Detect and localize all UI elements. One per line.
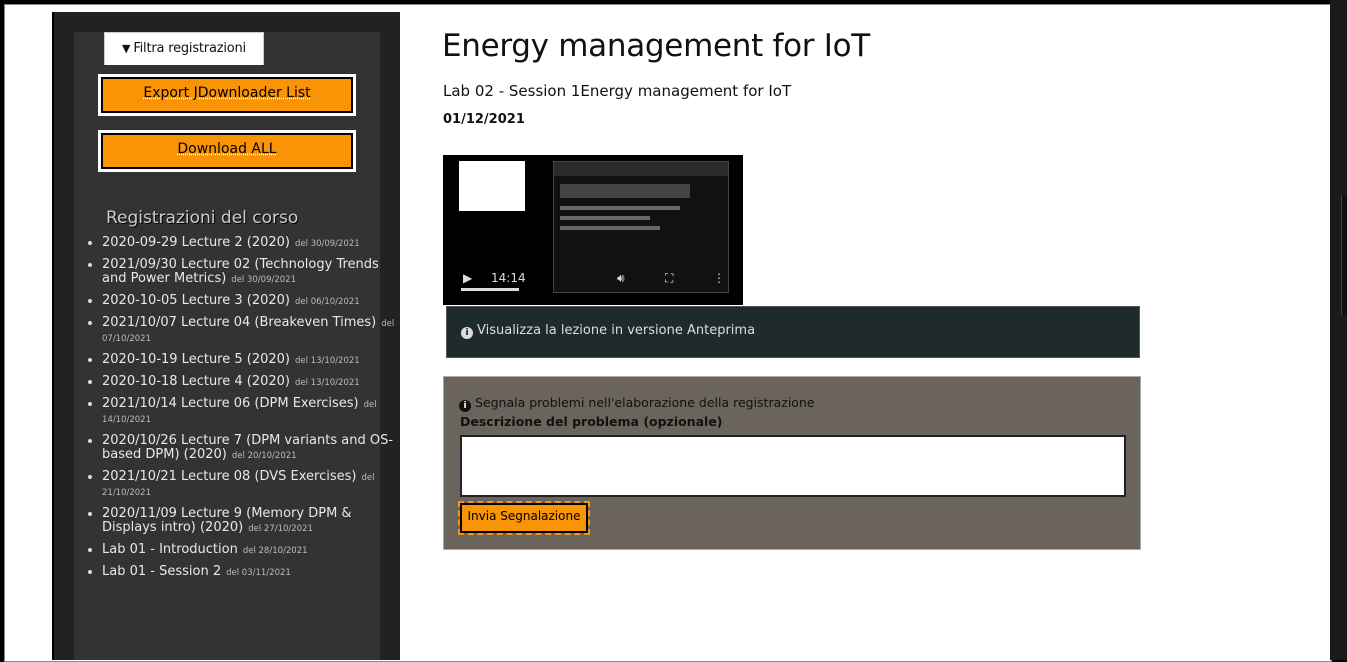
filter-icon: ▼ (122, 42, 131, 55)
slide-titlebar (554, 162, 728, 176)
download-all-label: Download ALL (177, 141, 277, 157)
recording-item: 2021/10/21 Lecture 08 (DVS Exercises)del… (102, 470, 398, 500)
recordings-list: 2020-09-29 Lecture 2 (2020) del 30/09/202… (84, 236, 398, 587)
recording-item: 2020/11/09 Lecture 9 (Memory DPM & Displ… (102, 507, 398, 536)
recording-link[interactable]: 2020-10-18 Lecture 4 (2020) (102, 374, 290, 389)
filter-recordings-tab[interactable]: ▼ Filtra registrazioni (104, 32, 264, 65)
report-label-text: Segnala problemi nell'elaborazione della… (475, 395, 815, 410)
recording-item: 2020-10-18 Lecture 4 (2020) del 13/10/202… (102, 375, 398, 390)
fullscreen-icon[interactable]: ⛶ (665, 271, 673, 286)
recording-item: 2021/10/14 Lecture 06 (DPM Exercises)del… (102, 397, 398, 427)
recording-date: del 27/10/2021 (248, 524, 313, 534)
recording-link[interactable]: 2020/11/09 Lecture 9 (Memory DPM & Displ… (102, 506, 352, 535)
info-icon: i (459, 400, 471, 412)
slide-text-line (560, 216, 650, 220)
recordings-heading: Registrazioni del corso (106, 208, 299, 228)
slide-text-line (560, 206, 680, 210)
preview-version-link[interactable]: i Visualizza la lezione in versione Antep… (461, 323, 755, 339)
play-icon[interactable]: ▶ (463, 271, 472, 285)
recording-link[interactable]: 2020-09-29 Lecture 2 (2020) (102, 235, 290, 250)
scrollbar-thumb[interactable] (1341, 195, 1347, 315)
recording-date: del 30/09/2021 (295, 239, 360, 249)
slide-text-line (560, 226, 660, 230)
preview-link-label: Visualizza la lezione in versione Antepr… (477, 323, 756, 338)
recording-item: Lab 01 - Introduction del 28/10/2021 (102, 543, 398, 558)
page-title: Energy management for IoT (442, 28, 870, 64)
recording-link[interactable]: 2021/10/21 Lecture 08 (DVS Exercises) (102, 469, 357, 484)
recording-link[interactable]: 2020-10-19 Lecture 5 (2020) (102, 352, 290, 367)
recording-date: del 13/10/2021 (295, 356, 360, 366)
download-all-button[interactable]: Download ALL (98, 130, 356, 172)
recording-link[interactable]: 2020-10-05 Lecture 3 (2020) (102, 293, 290, 308)
export-jdownloader-button[interactable]: Export JDownloader List (98, 74, 356, 116)
recording-date: del 20/10/2021 (231, 451, 297, 461)
lecture-date: 01/12/2021 (443, 112, 525, 127)
recording-link[interactable]: 2021/10/07 Lecture 04 (Breakeven Times) (102, 315, 376, 330)
recording-date: del 06/10/2021 (295, 297, 360, 307)
recording-item: Lab 01 - Session 2 del 03/11/2021 (102, 565, 398, 580)
recording-date: del 03/11/2021 (226, 568, 291, 578)
report-problem-panel: i Segnala problemi nell'elaborazione dell… (443, 376, 1141, 550)
problem-description-field[interactable] (460, 435, 1126, 497)
volume-icon[interactable]: 🔊︎ (617, 271, 625, 286)
video-player[interactable]: ▶ 14:14 🔊︎ ⛶ ⋮ (443, 155, 743, 305)
video-time: 14:14 (491, 271, 526, 285)
scrollbar-track[interactable] (1330, 0, 1347, 660)
recording-item: 2020/10/26 Lecture 7 (DPM variants and O… (102, 434, 398, 463)
submit-report-button[interactable]: Invia Segnalazione (458, 501, 590, 535)
recording-date: del 28/10/2021 (242, 546, 308, 556)
lecture-subtitle: Lab 02 - Session 1Energy management for … (443, 82, 792, 100)
video-progress-bar[interactable] (461, 288, 519, 291)
recording-item: 2020-10-05 Lecture 3 (2020) del 06/10/202… (102, 294, 398, 309)
info-icon: i (461, 327, 473, 339)
more-options-icon[interactable]: ⋮ (713, 271, 725, 285)
export-button-label: Export JDownloader List (143, 85, 311, 101)
recording-date: del 30/09/2021 (231, 275, 296, 285)
recording-item: 2020-10-19 Lecture 5 (2020) del 13/10/202… (102, 353, 398, 368)
recording-item: 2021/10/07 Lecture 04 (Breakeven Times)d… (102, 316, 398, 346)
recording-date: del 13/10/2021 (295, 378, 360, 388)
slide-heading (560, 184, 690, 198)
preview-panel: i Visualizza la lezione in versione Antep… (446, 306, 1140, 358)
recording-link[interactable]: Lab 01 - Introduction (102, 542, 238, 557)
recording-item: 2020-09-29 Lecture 2 (2020) del 30/09/202… (102, 236, 398, 251)
sidebar: ▼ Filtra registrazioni Export JDownloader… (52, 12, 400, 660)
filter-tab-label: Filtra registrazioni (133, 41, 246, 56)
recording-link[interactable]: 2021/10/14 Lecture 06 (DPM Exercises) (102, 396, 359, 411)
recording-link[interactable]: Lab 01 - Session 2 (102, 564, 221, 579)
report-label: i Segnala problemi nell'elaborazione dell… (459, 395, 815, 412)
problem-description-label: Descrizione del problema (opzionale) (460, 414, 723, 429)
recording-item: 2021/09/30 Lecture 02 (Technology Trends… (102, 258, 398, 287)
video-frame-thumbnail (459, 161, 525, 211)
